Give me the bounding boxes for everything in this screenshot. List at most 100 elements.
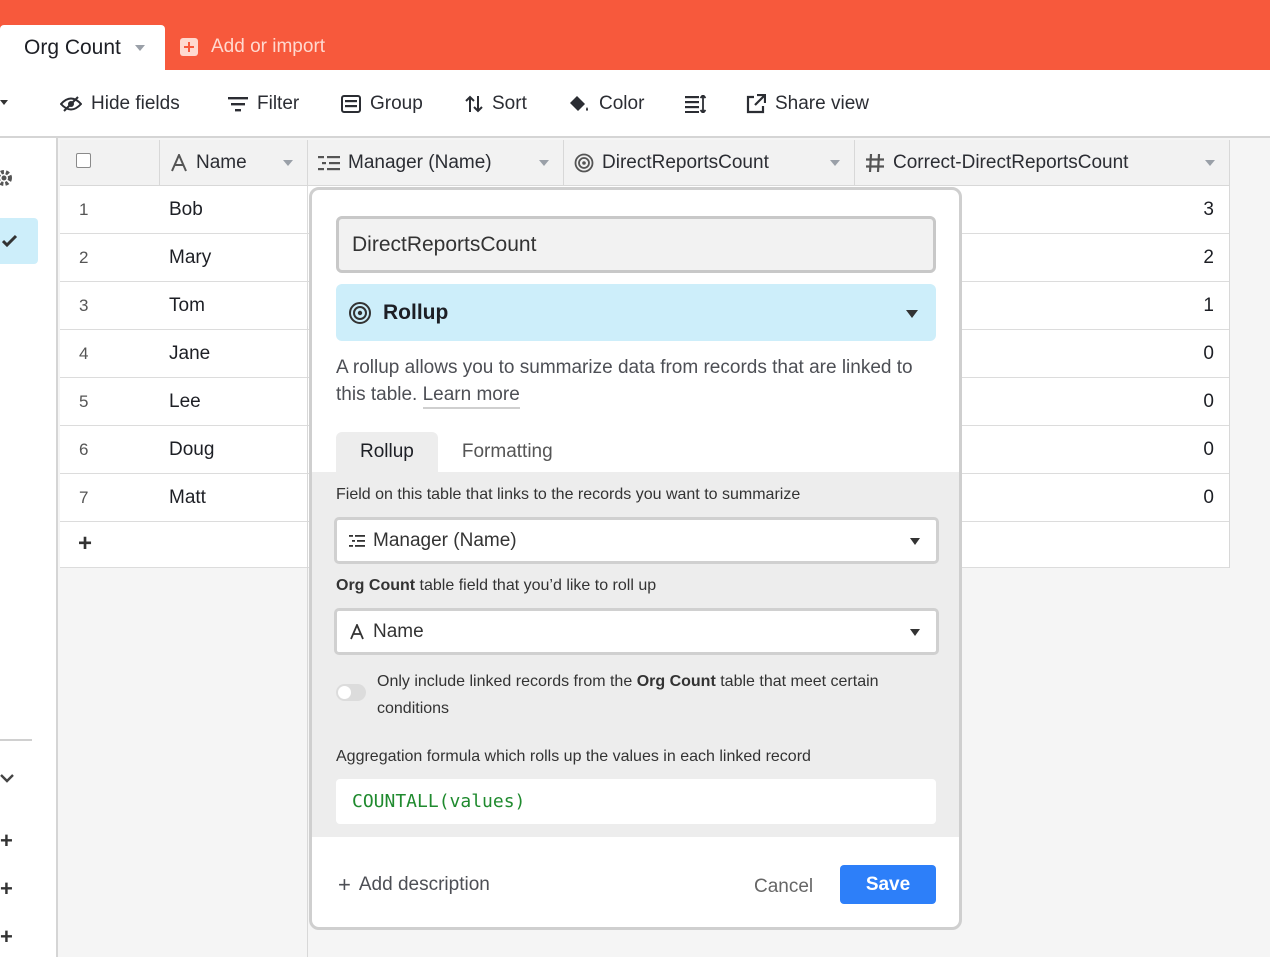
cell-name[interactable]: Jane: [169, 343, 210, 365]
grid-right-border: [1229, 140, 1230, 568]
cell-correct-count[interactable]: 0: [1203, 439, 1214, 461]
row-number: 1: [79, 200, 89, 219]
group-icon: [341, 95, 361, 113]
left-rail: + + +: [0, 138, 58, 957]
link-field-select[interactable]: Manager (Name): [334, 517, 939, 564]
cell-name[interactable]: Bob: [169, 199, 203, 221]
color-button[interactable]: Color: [568, 92, 644, 116]
chevron-down-icon: [906, 310, 918, 318]
rail-add-icon[interactable]: +: [0, 924, 13, 950]
share-icon: [746, 94, 766, 114]
sort-label: Sort: [492, 93, 527, 114]
grid-header: Name Manager (Name) DirectReportsCount C…: [60, 140, 1230, 186]
selected-view-indicator[interactable]: [0, 218, 38, 264]
rail-add-icon[interactable]: +: [0, 828, 13, 854]
group-button[interactable]: Group: [341, 92, 423, 116]
rollup-icon: [349, 301, 371, 324]
cell-name[interactable]: Mary: [169, 247, 211, 269]
cell-name[interactable]: Matt: [169, 487, 206, 509]
hide-fields-label: Hide fields: [91, 93, 180, 114]
hide-fields-button[interactable]: Hide fields: [60, 92, 180, 116]
column-divider: [307, 282, 308, 330]
table-name-bold: Org Count: [336, 577, 416, 594]
cell-correct-count[interactable]: 1: [1203, 295, 1214, 317]
plus-icon: +: [338, 872, 351, 897]
select-all-checkbox[interactable]: [76, 153, 91, 168]
column-header-manager[interactable]: Manager (Name): [308, 140, 564, 186]
column-header-label: Name: [196, 152, 247, 173]
paint-bucket-icon: [570, 96, 588, 111]
column-header-directreportscount[interactable]: DirectReportsCount: [564, 140, 855, 186]
column-menu-caret-icon[interactable]: [830, 160, 840, 166]
column-header-correct-directreportscount[interactable]: Correct-DirectReportsCount: [855, 140, 1230, 186]
rollup-field-select[interactable]: Name: [334, 608, 939, 655]
cancel-button[interactable]: Cancel: [754, 876, 813, 898]
conditions-toggle[interactable]: [336, 684, 366, 701]
rollup-field-label: Org Count table field that you’d like to…: [336, 577, 656, 595]
tab-formatting[interactable]: Formatting: [438, 432, 577, 472]
text-a-icon: [350, 623, 364, 639]
share-view-label: Share view: [775, 93, 869, 114]
gear-icon[interactable]: [0, 168, 14, 188]
field-name-value: DirectReportsCount: [352, 232, 537, 256]
column-header-label: DirectReportsCount: [602, 152, 769, 173]
field-type-select[interactable]: Rollup: [336, 284, 936, 341]
cell-name[interactable]: Lee: [169, 391, 201, 413]
cell-name[interactable]: Doug: [169, 439, 214, 461]
table-tab-label: Org Count: [24, 35, 121, 59]
field-type-label: Rollup: [383, 300, 449, 324]
rollup-settings-panel: Field on this table that links to the re…: [312, 472, 959, 837]
row-height-button[interactable]: [685, 92, 716, 116]
link-field-value: Manager (Name): [373, 529, 517, 551]
add-description-button[interactable]: + Add description: [338, 872, 490, 898]
conditions-label-pre: Only include linked records from the: [377, 673, 633, 690]
field-type-description: A rollup allows you to summarize data fr…: [336, 354, 941, 409]
cell-correct-count[interactable]: 0: [1203, 487, 1214, 509]
add-or-import-label: Add or import: [211, 36, 326, 57]
cell-correct-count[interactable]: 0: [1203, 343, 1214, 365]
filter-button[interactable]: Filter: [228, 92, 299, 116]
add-row-icon: +: [78, 530, 93, 557]
table-tab-org-count[interactable]: Org Count: [0, 25, 165, 70]
column-header-label: Correct-DirectReportsCount: [893, 152, 1129, 173]
checkmark-icon: [2, 234, 18, 248]
share-view-button[interactable]: Share view: [746, 92, 869, 116]
tab-rollup[interactable]: Rollup: [336, 432, 438, 472]
plus-box-icon: [180, 38, 198, 56]
eye-slash-icon: [60, 96, 82, 112]
field-name-input[interactable]: DirectReportsCount: [336, 216, 936, 273]
cell-name[interactable]: Tom: [169, 295, 205, 317]
text-a-icon: [171, 154, 187, 172]
aggregation-formula-input[interactable]: COUNTALL(values): [336, 779, 936, 824]
column-divider: [307, 234, 308, 282]
chevron-down-icon[interactable]: [134, 44, 145, 51]
save-button[interactable]: Save: [840, 865, 936, 904]
chevron-down-icon[interactable]: [0, 774, 14, 784]
view-switcher-caret-icon[interactable]: [0, 100, 8, 105]
column-menu-caret-icon[interactable]: [1205, 160, 1215, 166]
cell-correct-count[interactable]: 0: [1203, 391, 1214, 413]
sort-arrows-icon: [465, 95, 483, 113]
rollup-field-value: Name: [373, 620, 424, 642]
column-header-name[interactable]: Name: [160, 140, 308, 186]
column-menu-caret-icon[interactable]: [283, 160, 293, 166]
rail-add-icon[interactable]: +: [0, 876, 13, 902]
row-number: 6: [79, 440, 89, 459]
view-toolbar: Hide fields Filter Group Sort Color Shar…: [0, 70, 1270, 138]
row-height-icon: [685, 95, 707, 113]
cell-correct-count[interactable]: 2: [1203, 247, 1214, 269]
sort-button[interactable]: Sort: [465, 92, 527, 116]
frozen-column-border: [307, 326, 308, 957]
column-menu-caret-icon[interactable]: [539, 160, 549, 166]
top-bar: Org Count Add or import: [0, 0, 1270, 70]
conditions-label-table: Org Count: [636, 673, 716, 690]
filter-label: Filter: [257, 93, 300, 114]
field-config-dialog: DirectReportsCount Rollup A rollup allow…: [309, 187, 962, 930]
link-field-label: Field on this table that links to the re…: [336, 486, 801, 503]
cell-correct-count[interactable]: 3: [1203, 199, 1214, 221]
filter-icon: [228, 97, 248, 112]
row-number: 4: [79, 344, 89, 363]
learn-more-link[interactable]: Learn more: [422, 384, 520, 409]
add-or-import-button[interactable]: Add or import: [180, 36, 325, 58]
row-number: 2: [79, 248, 89, 267]
